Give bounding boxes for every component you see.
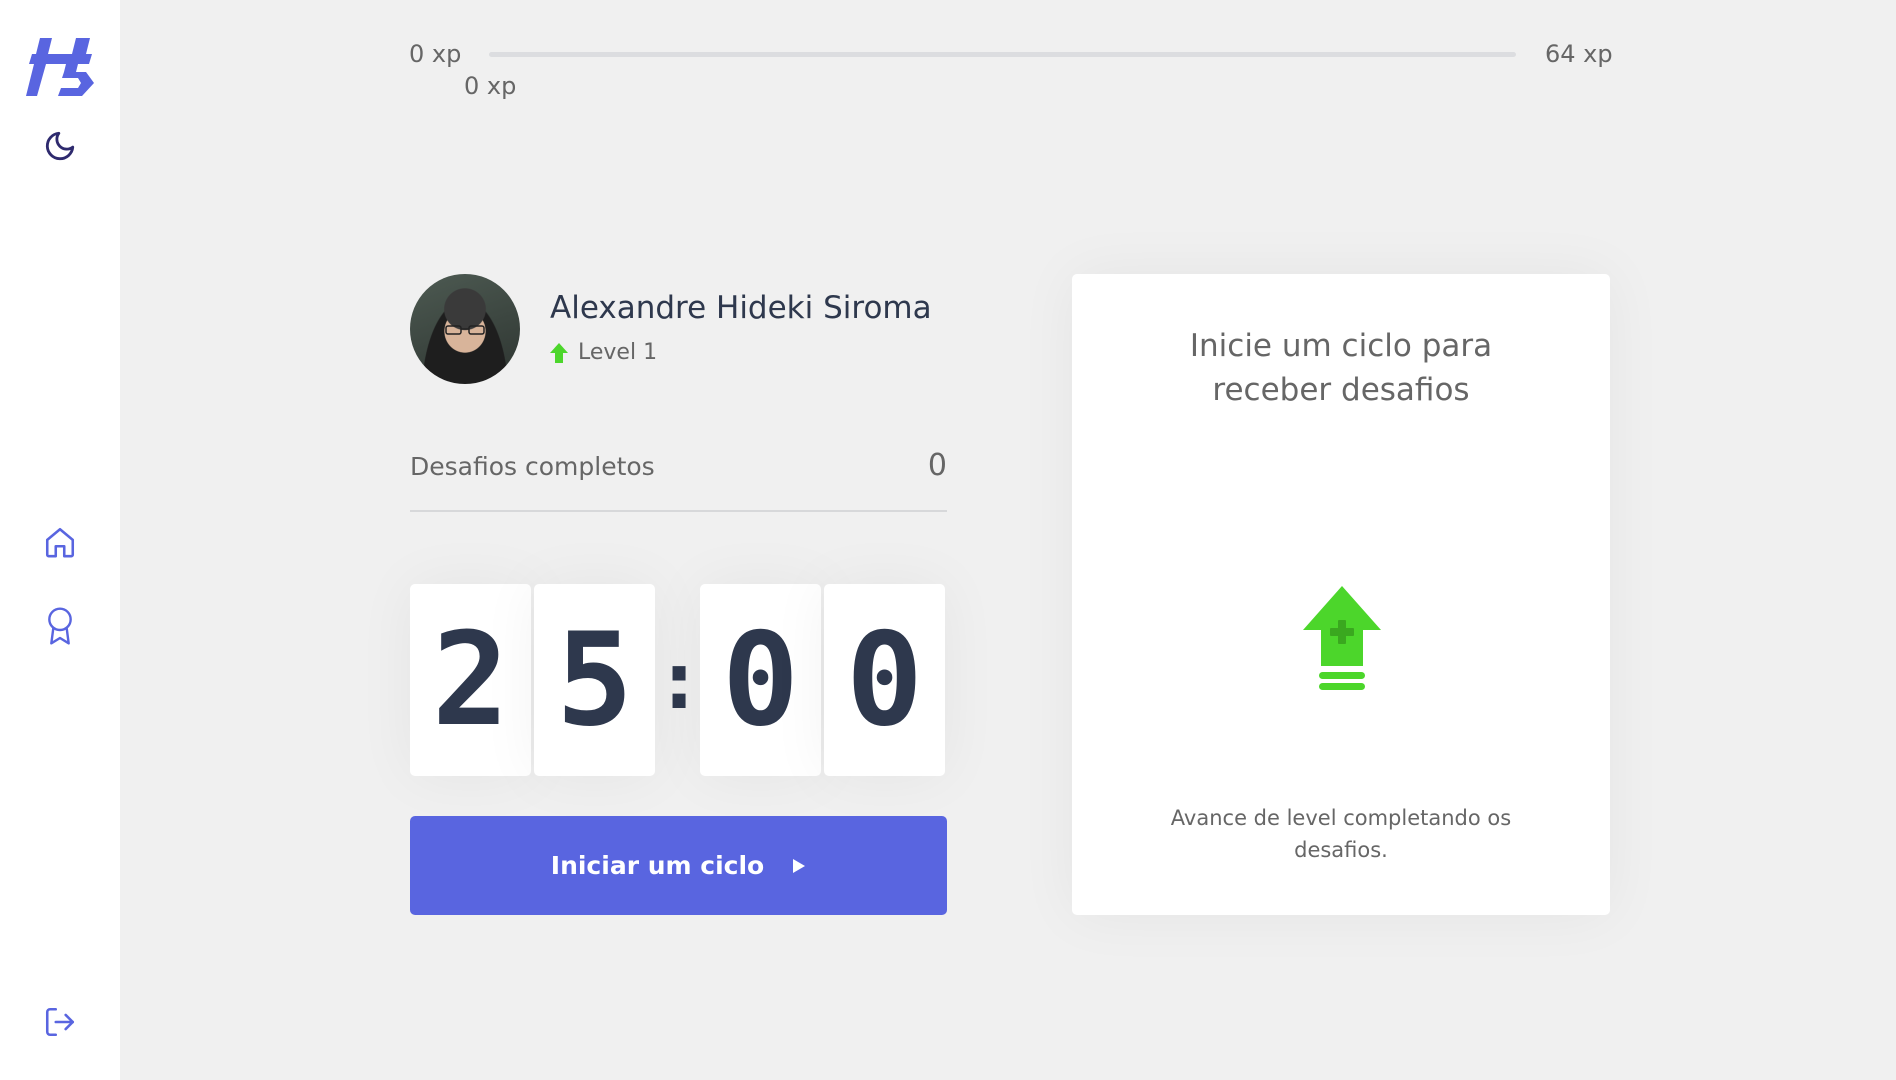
logout-icon[interactable]: [40, 1002, 80, 1042]
completed-challenges: Desafios completos 0: [410, 448, 947, 512]
second-digit: 0: [824, 584, 945, 776]
home-icon[interactable]: [40, 522, 80, 562]
move-it-logo-icon[interactable]: [26, 38, 94, 98]
countdown-separator: :: [655, 633, 704, 727]
countdown-seconds: 0 0: [700, 584, 945, 776]
sidebar: [0, 0, 120, 1080]
level-up-icon: [1303, 586, 1381, 690]
challenge-box-hint: Avance de level completando os desafios.: [1170, 806, 1512, 862]
completed-challenges-label: Desafios completos: [410, 452, 655, 481]
user-name: Alexandre Hideki Siroma: [550, 290, 932, 326]
xp-current-label: 0 xp: [464, 72, 517, 100]
xp-progress-bar: [489, 52, 1516, 57]
moon-icon[interactable]: [40, 126, 80, 166]
level-label: Level 1: [578, 340, 658, 365]
award-icon[interactable]: [40, 605, 80, 647]
start-cycle-label: Iniciar um ciclo: [550, 851, 765, 880]
user-level: Level 1: [550, 340, 657, 365]
avatar: [410, 274, 520, 384]
minute-digit: 5: [534, 584, 655, 776]
xp-min-label: 0 xp: [409, 40, 462, 68]
glasses-detail: [445, 325, 485, 335]
completed-challenges-count: 0: [927, 448, 947, 483]
start-cycle-button[interactable]: Iniciar um ciclo: [410, 816, 947, 915]
xp-max-label: 64 xp: [1545, 40, 1613, 68]
minute-digit: 2: [410, 584, 531, 776]
countdown-minutes: 2 5: [410, 584, 655, 776]
second-digit: 0: [700, 584, 821, 776]
play-icon: [793, 858, 806, 873]
countdown: 2 5 : 0 0: [410, 584, 945, 776]
challenge-box: Inicie um ciclo para receber desafios Av…: [1072, 274, 1610, 915]
level-up-arrow-icon: [550, 342, 568, 363]
challenge-box-title: Inicie um ciclo para receber desafios: [1189, 328, 1493, 408]
